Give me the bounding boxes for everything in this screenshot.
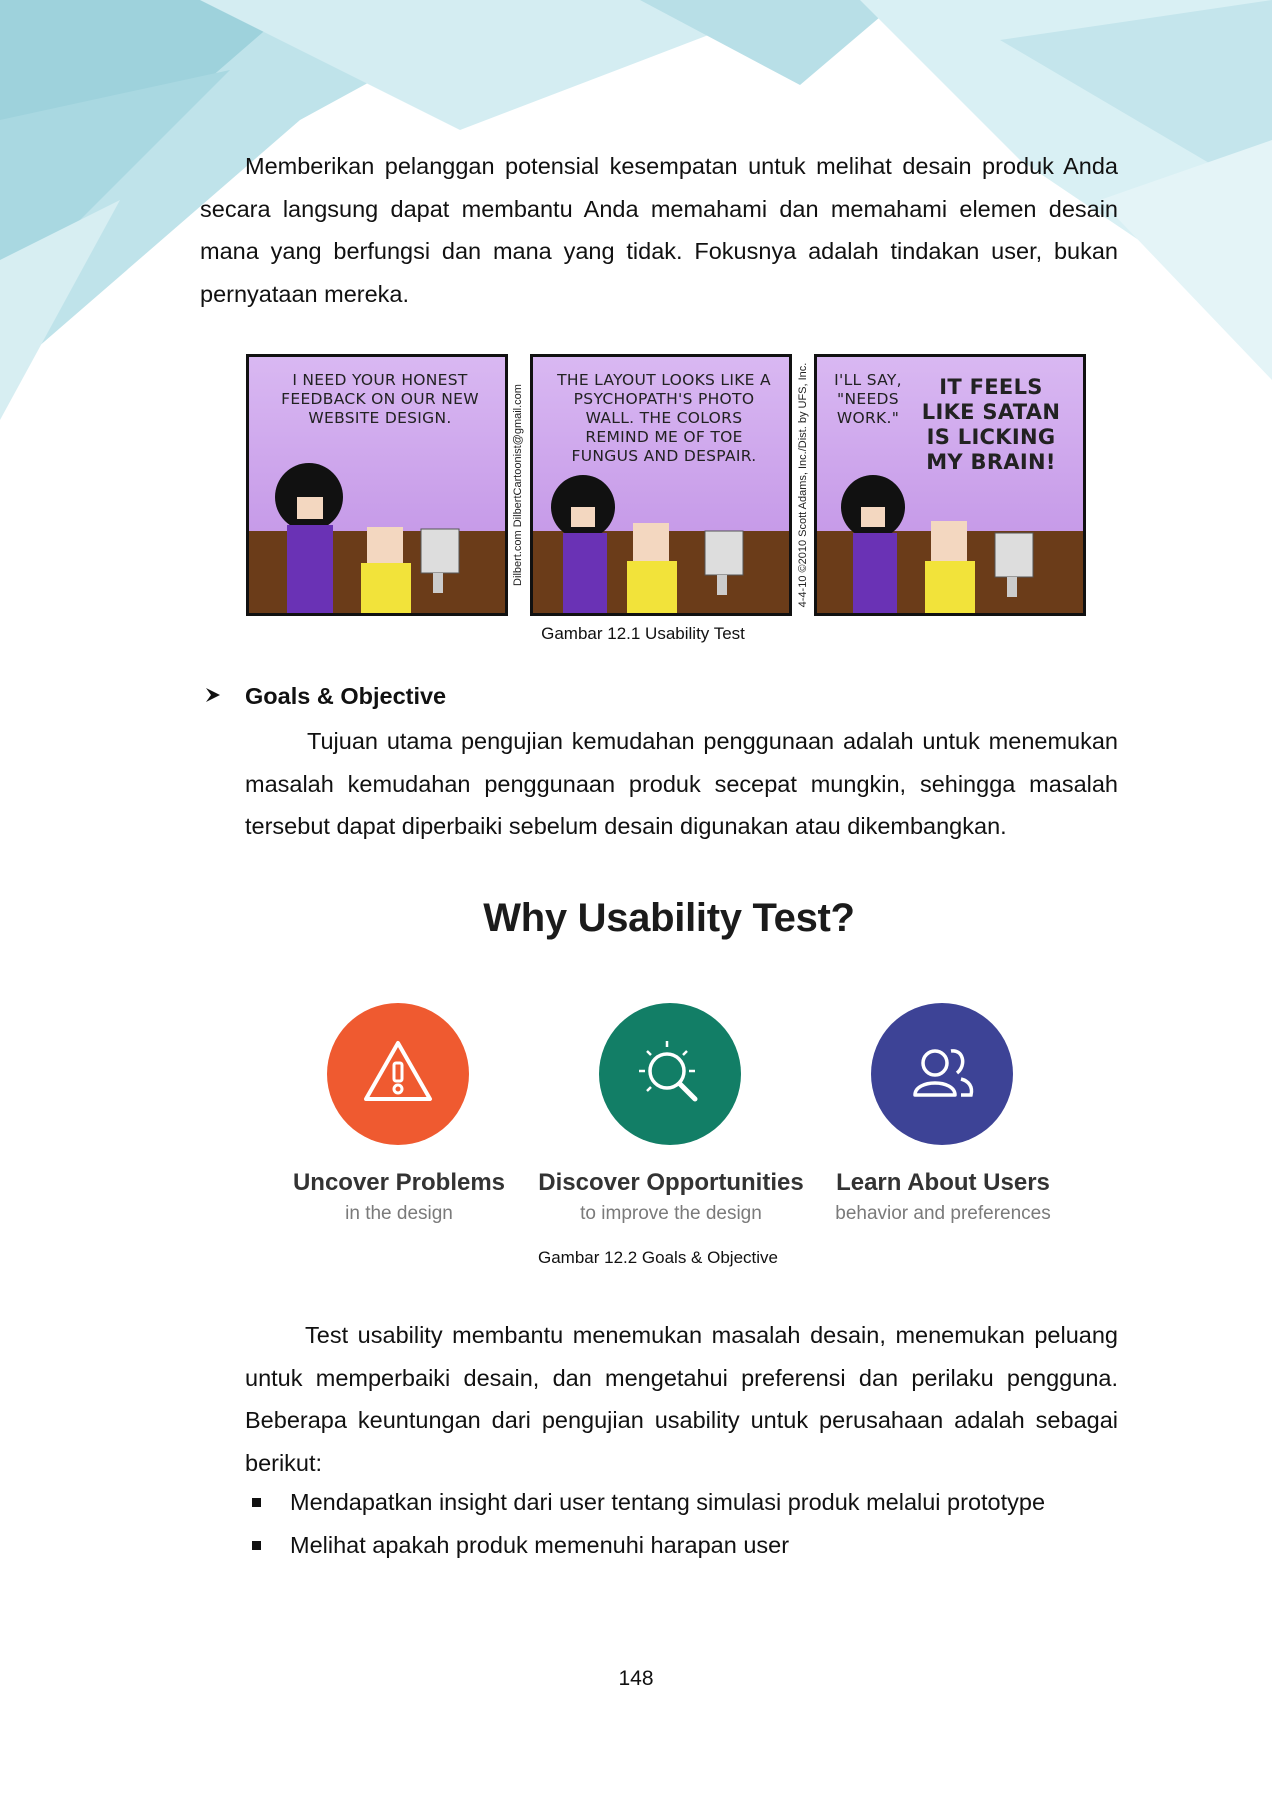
goals-paragraph: Tujuan utama pengujian kemudahan penggun… xyxy=(245,720,1118,848)
users-icon xyxy=(913,1049,974,1097)
uncover-problems-title: Uncover Problems xyxy=(292,1169,506,1196)
comic-characters xyxy=(275,463,460,613)
discover-opportunities-subtitle: to improve the design xyxy=(580,1203,762,1224)
comic-strip: I NEED YOUR HONEST FEEDBACK ON OUR NEW W… xyxy=(246,354,1086,616)
arrow-bullet-icon xyxy=(206,688,220,702)
square-bullet-icon xyxy=(252,1541,261,1550)
figure-caption-2: Gambar 12.2 Goals & Objective xyxy=(537,1248,778,1267)
comic-characters xyxy=(551,475,744,613)
goals-line: Tujuan utama pengujian kemudahan penggun… xyxy=(307,728,1118,754)
goals-heading: Goals & Objective xyxy=(245,683,447,709)
warning-icon xyxy=(364,1041,432,1101)
intro-line: secara langsung dapat membantu Anda mema… xyxy=(200,195,1118,222)
intro-line: Memberikan pelanggan potensial kesempata… xyxy=(245,153,1118,179)
benefit-list-item: Mendapatkan insight dari user tentang si… xyxy=(290,1489,1046,1515)
magnifier-icon xyxy=(639,1041,698,1102)
intro-paragraph: Memberikan pelanggan potensial kesempata… xyxy=(200,145,1118,315)
benefits-line: berikut: xyxy=(245,1449,323,1476)
comic-panel-3: I'LL SAY, "NEEDS WORK." IT FEELS LIKE SA… xyxy=(814,354,1086,616)
intro-line: pernyataan mereka. xyxy=(200,280,410,307)
uncover-problems-subtitle: in the design xyxy=(345,1203,453,1224)
learn-about-users-circle xyxy=(871,1003,1013,1145)
benefits-line: untuk memperbaiki desain, dan mengetahui… xyxy=(245,1364,1118,1391)
figure-caption-1: Gambar 12.1 Usability Test xyxy=(541,624,745,643)
goals-line: tersebut dapat diperbaiki sebelum desain… xyxy=(245,813,1007,839)
discover-opportunities-title: Discover Opportunities xyxy=(538,1169,804,1196)
uncover-problems-circle xyxy=(327,1003,469,1145)
goals-line: masalah kemudahan penggunaan produk sece… xyxy=(245,770,1118,797)
comic-side-credit-1: Dilbert.com DilbertCartoonist@gmail.com xyxy=(512,384,524,586)
comic-panel-1: I NEED YOUR HONEST FEEDBACK ON OUR NEW W… xyxy=(246,354,508,616)
comic-characters xyxy=(841,475,1034,613)
learn-about-users-title: Learn About Users xyxy=(836,1169,1050,1196)
benefits-line: Test usability membantu menemukan masala… xyxy=(305,1322,1118,1348)
benefit-list-item: Melihat apakah produk memenuhi harapan u… xyxy=(290,1532,790,1558)
learn-about-users-subtitle: behavior and preferences xyxy=(835,1203,1051,1224)
benefits-line: Beberapa keuntungan dari pengujian usabi… xyxy=(245,1407,1118,1433)
intro-line: mana yang berfungsi dan mana yang tidak.… xyxy=(200,238,1118,264)
infographic-title: Why Usability Test? xyxy=(483,896,855,940)
comic-side-credit-2: 4-4-10 ©2010 Scott Adams, Inc./Dist. by … xyxy=(797,362,809,608)
discover-opportunities-circle xyxy=(599,1003,741,1145)
comic-panel-2: THE LAYOUT LOOKS LIKE A PSYCHOPATH'S PHO… xyxy=(530,354,792,616)
page-number: 148 xyxy=(618,1667,654,1690)
benefits-paragraph: Test usability membantu menemukan masala… xyxy=(245,1314,1118,1484)
square-bullet-icon xyxy=(252,1498,261,1507)
